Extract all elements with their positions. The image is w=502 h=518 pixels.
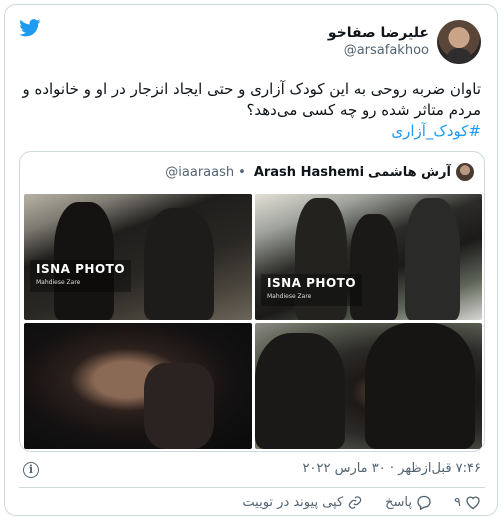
quoted-author-english-name: Arash Hashemi [253,164,365,180]
tweet-timestamp[interactable]: ۷:۴۶ قبل‌ازظهر · ۳۰ مارس ۲۰۲۲ [303,461,482,476]
copy-link-label: کپی پیوند در توییت [242,495,344,510]
tweet-body: تاوان ضربه روحی به این کودک آزاری و حتی … [22,80,481,119]
photo-watermark: ISNA PHOTO Mahdiese Zare [261,274,363,306]
watermark-text: ISNA PHOTO [267,276,357,290]
author-handle[interactable]: @arsafakhoo [328,42,429,60]
quoted-tweet-header: آرش هاشمی Arash Hashemi • @iaaraash [165,162,474,182]
quoted-tweet[interactable]: آرش هاشمی Arash Hashemi • @iaaraash ISNA… [19,151,485,452]
like-button[interactable]: ۹ [454,495,481,510]
info-icon[interactable]: i [23,462,39,478]
avatar[interactable] [437,20,481,64]
like-count: ۹ [454,495,461,510]
twitter-bird-icon[interactable] [19,19,41,37]
photo-4[interactable] [255,323,482,449]
heart-icon [466,496,480,510]
reply-button[interactable]: پاسخ [385,495,432,510]
reply-label: پاسخ [385,495,413,510]
link-icon [348,496,362,509]
author-names: علیرضا صفاخو @arsafakhoo [328,24,429,60]
photo-figure [255,333,345,449]
photo-2[interactable]: ISNA PHOTO Mahdiese Zare [255,194,482,320]
author-name[interactable]: علیرضا صفاخو [328,24,429,42]
photo-figure [405,198,460,320]
hashtag-link[interactable]: #کودک_آزاری [15,121,481,142]
reply-icon [417,495,431,510]
watermark-credit: Mahdiese Zare [267,293,312,300]
tweet-actions: ۹ پاسخ کپی پیوند در توییت [220,495,481,510]
separator-dot: • [238,164,246,180]
tweet-card[interactable]: علیرضا صفاخو @arsafakhoo تاوان ضربه روحی… [4,4,498,516]
tweet-text: تاوان ضربه روحی به این کودک آزاری و حتی … [15,79,481,142]
watermark-credit: Mahdiese Zare [36,279,81,286]
photo-figure [144,208,214,320]
photo-grid: ISNA PHOTO Mahdiese Zare ISNA PHOTO Mahd… [24,194,482,449]
quoted-avatar [456,163,474,181]
photo-3[interactable] [24,323,252,449]
watermark-text: ISNA PHOTO [36,262,126,276]
photo-watermark: ISNA PHOTO Mahdiese Zare [30,260,132,292]
divider [19,487,485,488]
copy-link-button[interactable]: کپی پیوند در توییت [242,495,363,510]
photo-figure [365,323,475,449]
quoted-author-name: آرش هاشمی [368,164,451,180]
quoted-author-handle: @iaaraash [165,164,235,180]
photo-1[interactable]: ISNA PHOTO Mahdiese Zare [24,194,252,320]
tweet-author[interactable]: علیرضا صفاخو @arsafakhoo [328,17,481,67]
photo-figure [144,363,214,449]
